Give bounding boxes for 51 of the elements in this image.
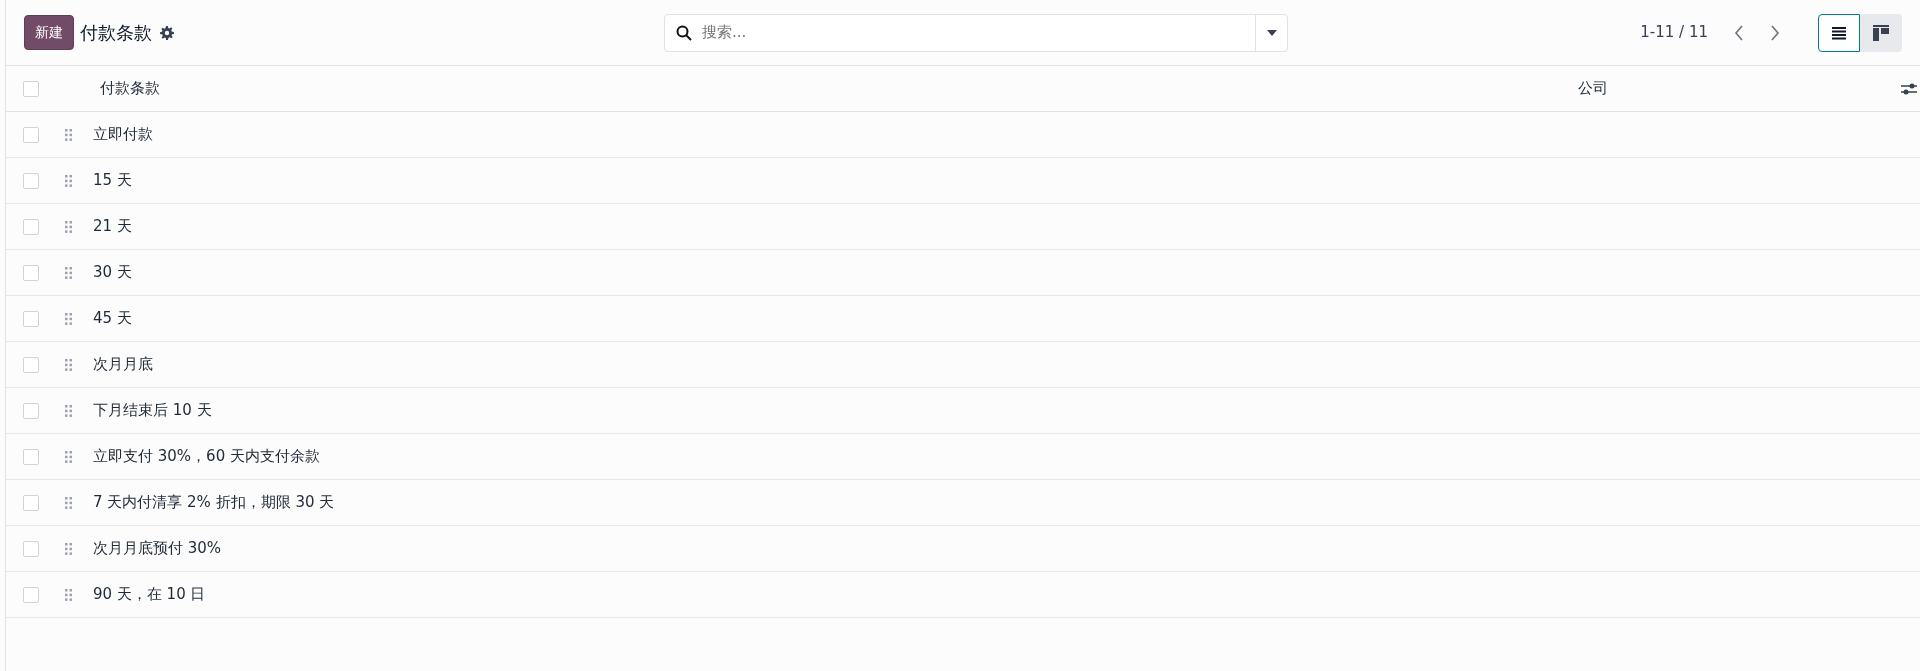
table-cell-text: 21 天 <box>93 216 132 238</box>
caret-icon <box>1266 29 1277 36</box>
table-cell-text: 立即付款 <box>93 124 153 146</box>
column-header[interactable]: 付款条款 <box>100 77 1578 100</box>
drag-handle-icon[interactable] <box>65 174 72 187</box>
table-cell-text: 45 天 <box>93 308 132 330</box>
row-checkbox[interactable] <box>23 172 39 189</box>
settings-sliders-icon[interactable] <box>1901 81 1917 96</box>
row-checkbox[interactable] <box>23 402 39 419</box>
row-checkbox[interactable] <box>23 494 39 511</box>
search-input[interactable]: 搜索... <box>700 20 1255 45</box>
drag-handle-icon[interactable] <box>65 588 72 601</box>
row-checkbox[interactable] <box>23 126 39 143</box>
settings-icon[interactable] <box>160 25 174 40</box>
next-icon[interactable] <box>1770 24 1780 41</box>
list-view-icon <box>1831 25 1847 40</box>
kanban-view-icon <box>1873 24 1889 41</box>
previous-icon[interactable] <box>1734 24 1744 41</box>
drag-handle-icon[interactable] <box>65 312 72 325</box>
drag-handle-icon[interactable] <box>65 496 72 509</box>
row-checkbox[interactable] <box>23 310 39 327</box>
drag-handle-icon[interactable] <box>65 128 72 141</box>
select-all-checkbox[interactable] <box>23 80 39 97</box>
table-cell-text: 90 天，在 10 日 <box>93 584 206 606</box>
table-cell-text: 立即支付 30%，60 天内支付余款 <box>93 446 320 468</box>
view-switch-button[interactable] <box>1818 13 1860 52</box>
row-checkbox[interactable] <box>23 448 39 465</box>
table-cell-text: 30 天 <box>93 262 132 284</box>
new-button[interactable]: 新建 <box>24 15 74 50</box>
search-bar[interactable]: 搜索... <box>664 13 1288 52</box>
table-cell-text: 7 天内付清享 2% 折扣，期限 30 天 <box>93 492 335 514</box>
view-switch-button[interactable] <box>1860 13 1902 52</box>
page-title: 付款条款 <box>80 21 152 45</box>
row-checkbox[interactable] <box>23 264 39 281</box>
drag-handle-icon[interactable] <box>65 542 72 555</box>
row-checkbox[interactable] <box>23 356 39 373</box>
row-checkbox[interactable] <box>23 540 39 557</box>
table-cell-text: 下月结束后 10 天 <box>93 400 212 422</box>
row-checkbox[interactable] <box>23 586 39 603</box>
pager-count[interactable]: 1-11 / 11 <box>1640 21 1708 44</box>
drag-handle-icon[interactable] <box>65 266 72 279</box>
row-checkbox[interactable] <box>23 218 39 235</box>
drag-handle-icon[interactable] <box>65 220 72 233</box>
table-cell-text: 次月月底预付 30% <box>93 538 222 560</box>
table-cell-text: 15 天 <box>93 170 132 192</box>
table-cell-text: 次月月底 <box>93 354 153 376</box>
search-icon <box>676 24 692 41</box>
drag-handle-icon[interactable] <box>65 358 72 371</box>
column-header[interactable]: 公司 <box>1578 77 1608 100</box>
drag-handle-icon[interactable] <box>65 450 72 463</box>
drag-handle-icon[interactable] <box>65 404 72 417</box>
